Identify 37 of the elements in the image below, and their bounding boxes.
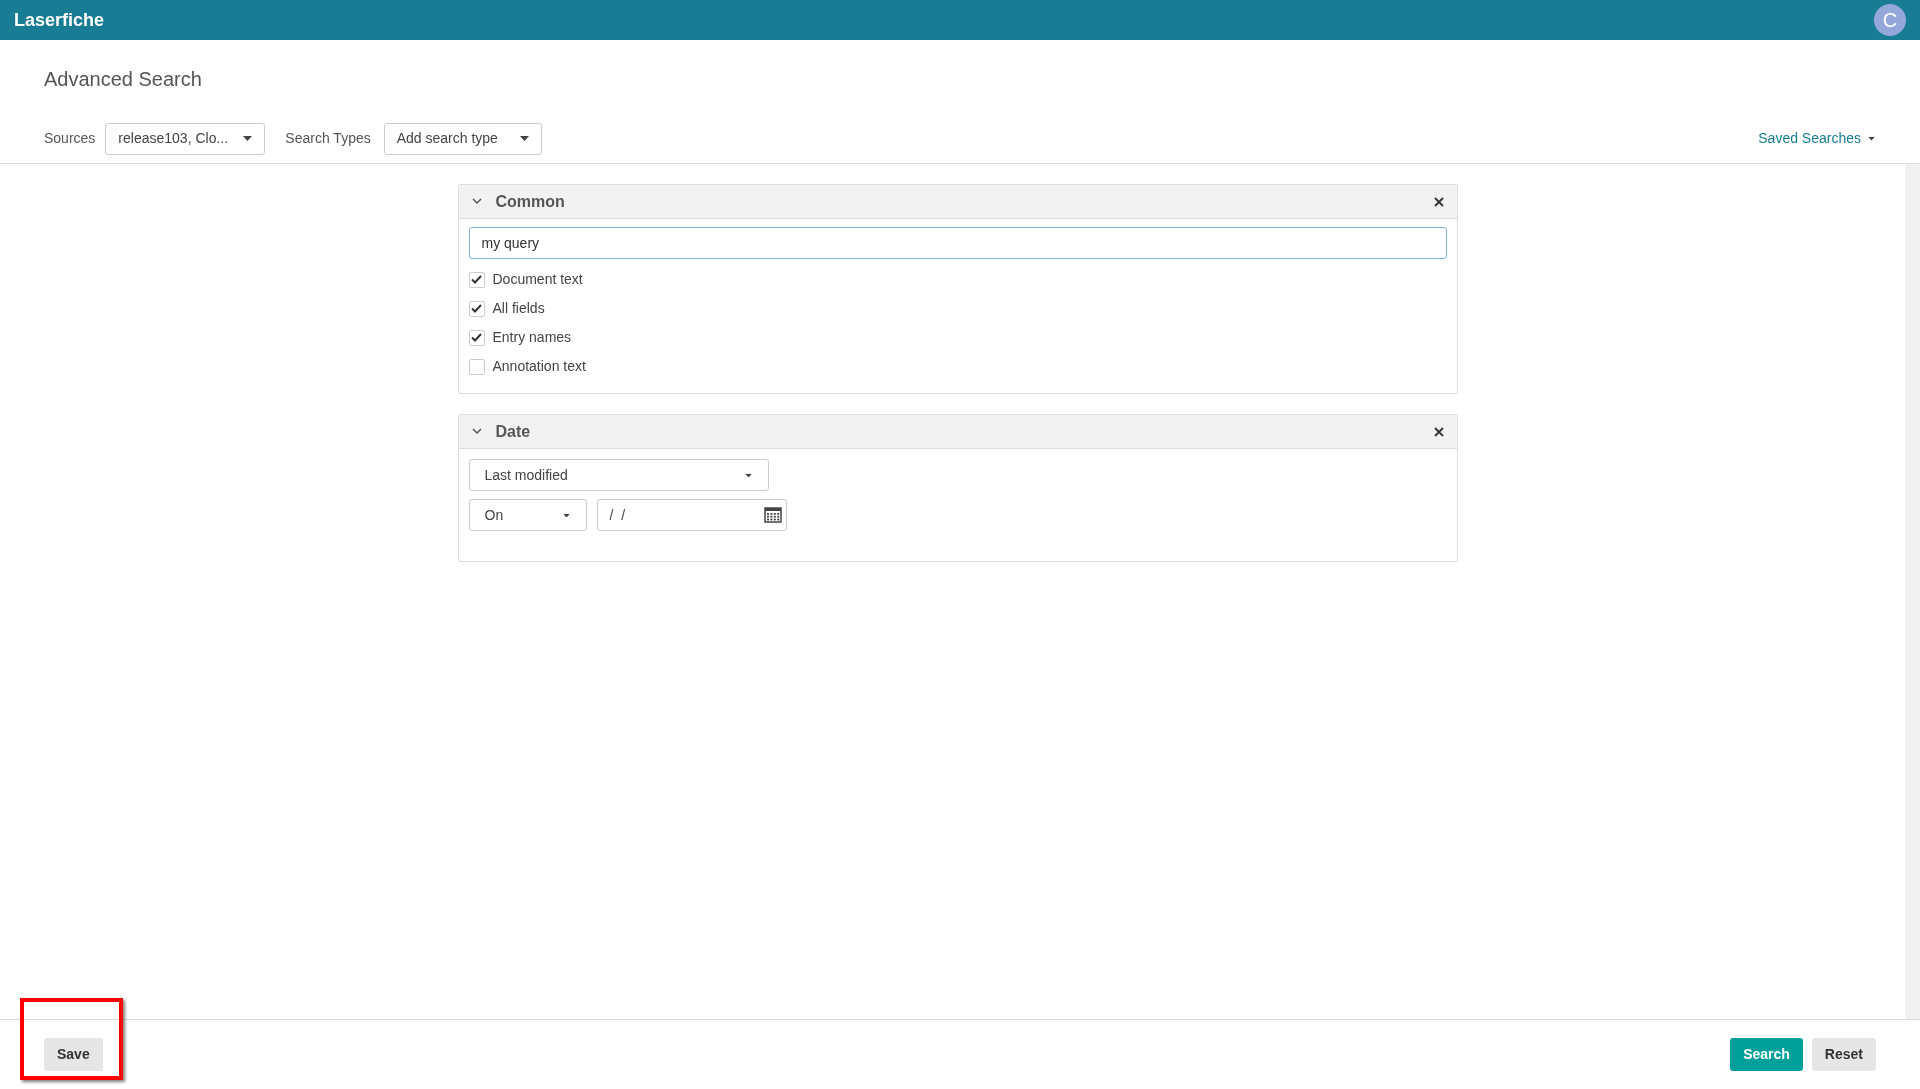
date-field-select[interactable]: Last modified — [468, 459, 769, 491]
checkbox[interactable] — [468, 300, 485, 317]
checkbox-label: Entry names — [492, 328, 572, 347]
checkbox[interactable] — [468, 271, 485, 288]
checkbox-label: Document text — [492, 270, 583, 289]
caret-icon — [243, 136, 253, 141]
checkmark-icon — [471, 304, 482, 313]
logo[interactable]: Laserfiche — [14, 6, 105, 34]
close-icon[interactable] — [1433, 196, 1444, 207]
operator-select[interactable]: On — [468, 499, 587, 531]
caret-icon — [1868, 136, 1875, 141]
calendar-icon[interactable] — [763, 507, 782, 523]
chevron-icon[interactable] — [471, 198, 482, 205]
chevron-icon[interactable] — [471, 428, 482, 435]
panel-title: Date — [495, 421, 532, 442]
save-button[interactable]: Save — [44, 1038, 103, 1071]
checkbox-label: All fields — [492, 299, 545, 318]
checkbox[interactable] — [468, 358, 485, 375]
checkbox-label: Annotation text — [492, 357, 586, 376]
checkbox[interactable] — [468, 329, 485, 346]
search-types-label: Search Types — [285, 129, 371, 148]
search-types-dropdown[interactable]: Add search type — [383, 122, 542, 155]
scrollbar[interactable] — [1905, 164, 1920, 1019]
close-icon[interactable] — [1433, 426, 1444, 437]
sources-label: Sources — [44, 129, 96, 148]
date-input-field[interactable]: / / — [596, 499, 787, 531]
saved-searches-link[interactable]: Saved Searches — [1758, 128, 1876, 149]
caret-icon — [744, 473, 752, 477]
caret-icon — [519, 136, 529, 141]
checkmark-icon — [471, 275, 482, 284]
sources-dropdown[interactable]: release103, Clo... — [105, 122, 266, 155]
panel-title: Common — [495, 191, 566, 212]
search-query-field[interactable]: my query — [468, 227, 1447, 259]
reset-button[interactable]: Reset — [1811, 1038, 1876, 1071]
page-title: Advanced Search — [43, 67, 203, 92]
caret-icon — [562, 513, 570, 517]
checkmark-icon — [471, 333, 482, 342]
